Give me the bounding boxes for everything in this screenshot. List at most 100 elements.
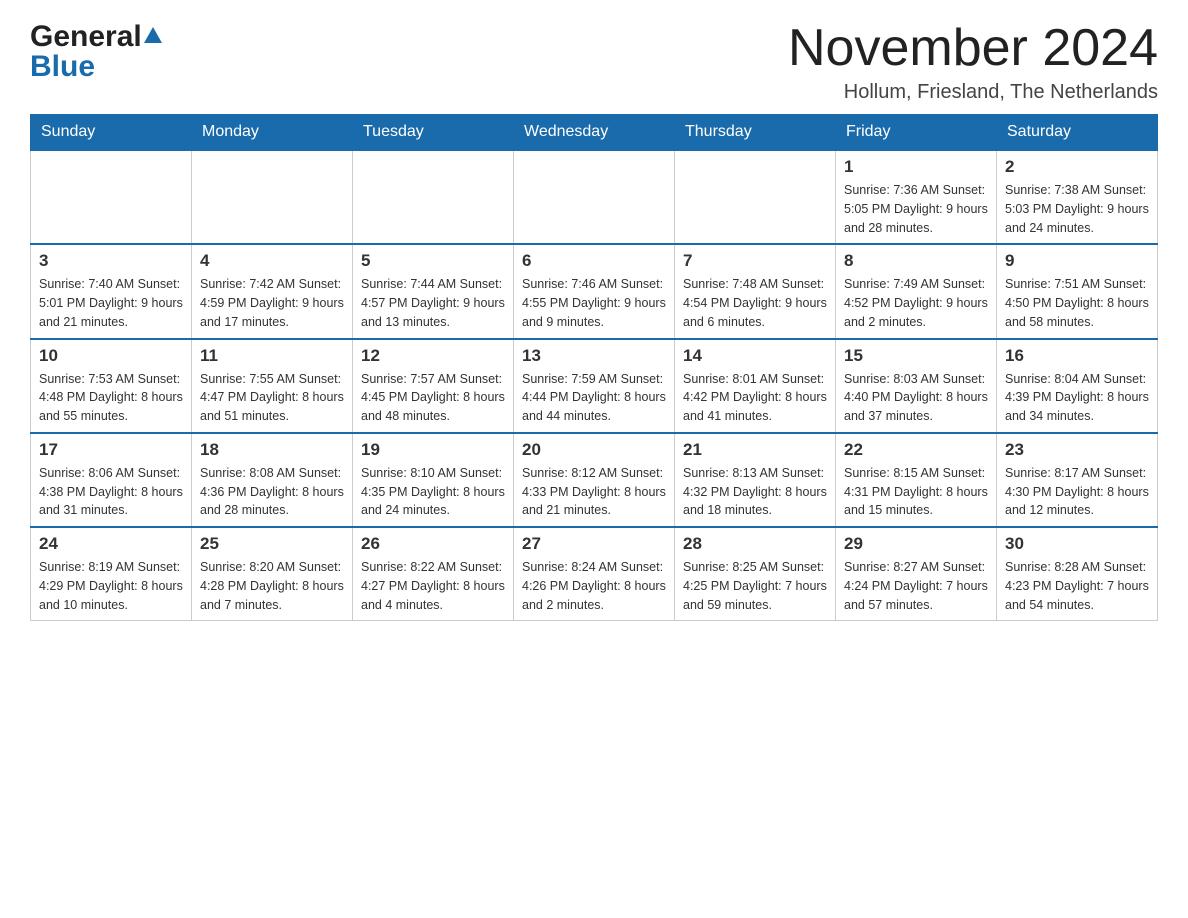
calendar-cell: 12 Sunrise: 7:57 AM Sunset: 4:45 PM Dayli… <box>353 339 514 433</box>
day-info: Sunrise: 8:13 AM Sunset: 4:32 PM Dayligh… <box>683 464 827 520</box>
calendar-cell: 21 Sunrise: 8:13 AM Sunset: 4:32 PM Dayli… <box>675 433 836 527</box>
day-info: Sunrise: 8:12 AM Sunset: 4:33 PM Dayligh… <box>522 464 666 520</box>
day-info: Sunrise: 7:55 AM Sunset: 4:47 PM Dayligh… <box>200 370 344 426</box>
day-info: Sunrise: 7:40 AM Sunset: 5:01 PM Dayligh… <box>39 275 183 331</box>
day-number: 28 <box>683 534 827 554</box>
day-number: 17 <box>39 440 183 460</box>
day-number: 2 <box>1005 157 1149 177</box>
day-number: 27 <box>522 534 666 554</box>
day-info: Sunrise: 7:36 AM Sunset: 5:05 PM Dayligh… <box>844 181 988 237</box>
calendar-body: 1 Sunrise: 7:36 AM Sunset: 5:05 PM Daylig… <box>31 150 1158 621</box>
calendar-cell: 30Sunrise: 8:28 AM Sunset: 4:23 PM Dayli… <box>997 527 1158 621</box>
day-number: 29 <box>844 534 988 554</box>
day-info: Sunrise: 8:25 AM Sunset: 4:25 PM Dayligh… <box>683 558 827 614</box>
calendar-cell: 20 Sunrise: 8:12 AM Sunset: 4:33 PM Dayli… <box>514 433 675 527</box>
calendar-cell: 19 Sunrise: 8:10 AM Sunset: 4:35 PM Dayli… <box>353 433 514 527</box>
calendar-cell: 16 Sunrise: 8:04 AM Sunset: 4:39 PM Dayli… <box>997 339 1158 433</box>
day-number: 9 <box>1005 251 1149 271</box>
calendar-cell <box>514 150 675 244</box>
week-row-5: 24 Sunrise: 8:19 AM Sunset: 4:29 PM Dayli… <box>31 527 1158 621</box>
day-info: Sunrise: 7:48 AM Sunset: 4:54 PM Dayligh… <box>683 275 827 331</box>
day-number: 7 <box>683 251 827 271</box>
day-info: Sunrise: 7:59 AM Sunset: 4:44 PM Dayligh… <box>522 370 666 426</box>
calendar-cell: 15Sunrise: 8:03 AM Sunset: 4:40 PM Dayli… <box>836 339 997 433</box>
day-number: 24 <box>39 534 183 554</box>
calendar-cell: 8Sunrise: 7:49 AM Sunset: 4:52 PM Daylig… <box>836 244 997 338</box>
day-number: 18 <box>200 440 344 460</box>
calendar-cell: 25 Sunrise: 8:20 AM Sunset: 4:28 PM Dayli… <box>192 527 353 621</box>
calendar-header: SundayMondayTuesdayWednesdayThursdayFrid… <box>31 115 1158 151</box>
calendar-cell: 9 Sunrise: 7:51 AM Sunset: 4:50 PM Daylig… <box>997 244 1158 338</box>
day-info: Sunrise: 7:53 AM Sunset: 4:48 PM Dayligh… <box>39 370 183 426</box>
calendar-cell: 28 Sunrise: 8:25 AM Sunset: 4:25 PM Dayli… <box>675 527 836 621</box>
day-info: Sunrise: 8:10 AM Sunset: 4:35 PM Dayligh… <box>361 464 505 520</box>
day-number: 5 <box>361 251 505 271</box>
col-header-wednesday: Wednesday <box>514 115 675 151</box>
calendar-cell: 24 Sunrise: 8:19 AM Sunset: 4:29 PM Dayli… <box>31 527 192 621</box>
col-header-saturday: Saturday <box>997 115 1158 151</box>
calendar-cell: 11 Sunrise: 7:55 AM Sunset: 4:47 PM Dayli… <box>192 339 353 433</box>
day-number: 3 <box>39 251 183 271</box>
day-info: Sunrise: 8:06 AM Sunset: 4:38 PM Dayligh… <box>39 464 183 520</box>
logo-line1: General <box>30 20 162 54</box>
header-row: SundayMondayTuesdayWednesdayThursdayFrid… <box>31 115 1158 151</box>
week-row-3: 10 Sunrise: 7:53 AM Sunset: 4:48 PM Dayli… <box>31 339 1158 433</box>
day-number: 15 <box>844 346 988 366</box>
day-number: 19 <box>361 440 505 460</box>
day-info: Sunrise: 7:42 AM Sunset: 4:59 PM Dayligh… <box>200 275 344 331</box>
calendar-cell: 10 Sunrise: 7:53 AM Sunset: 4:48 PM Dayli… <box>31 339 192 433</box>
day-number: 25 <box>200 534 344 554</box>
day-number: 23 <box>1005 440 1149 460</box>
page-header: General Blue November 2024 Hollum, Fries… <box>30 20 1158 104</box>
day-info: Sunrise: 8:20 AM Sunset: 4:28 PM Dayligh… <box>200 558 344 614</box>
day-info: Sunrise: 8:08 AM Sunset: 4:36 PM Dayligh… <box>200 464 344 520</box>
day-number: 10 <box>39 346 183 366</box>
day-info: Sunrise: 7:49 AM Sunset: 4:52 PM Dayligh… <box>844 275 988 331</box>
calendar-cell: 7 Sunrise: 7:48 AM Sunset: 4:54 PM Daylig… <box>675 244 836 338</box>
day-info: Sunrise: 7:46 AM Sunset: 4:55 PM Dayligh… <box>522 275 666 331</box>
day-number: 1 <box>844 157 988 177</box>
day-number: 30 <box>1005 534 1149 554</box>
day-number: 21 <box>683 440 827 460</box>
calendar-cell: 4Sunrise: 7:42 AM Sunset: 4:59 PM Daylig… <box>192 244 353 338</box>
day-number: 16 <box>1005 346 1149 366</box>
week-row-4: 17 Sunrise: 8:06 AM Sunset: 4:38 PM Dayli… <box>31 433 1158 527</box>
day-info: Sunrise: 8:22 AM Sunset: 4:27 PM Dayligh… <box>361 558 505 614</box>
col-header-monday: Monday <box>192 115 353 151</box>
day-number: 26 <box>361 534 505 554</box>
day-number: 14 <box>683 346 827 366</box>
logo-general-text: General <box>30 20 142 54</box>
day-number: 20 <box>522 440 666 460</box>
calendar-cell: 27 Sunrise: 8:24 AM Sunset: 4:26 PM Dayli… <box>514 527 675 621</box>
day-number: 22 <box>844 440 988 460</box>
day-info: Sunrise: 7:57 AM Sunset: 4:45 PM Dayligh… <box>361 370 505 426</box>
calendar-cell: 26 Sunrise: 8:22 AM Sunset: 4:27 PM Dayli… <box>353 527 514 621</box>
calendar-cell: 18 Sunrise: 8:08 AM Sunset: 4:36 PM Dayli… <box>192 433 353 527</box>
calendar-cell: 23Sunrise: 8:17 AM Sunset: 4:30 PM Dayli… <box>997 433 1158 527</box>
day-info: Sunrise: 8:24 AM Sunset: 4:26 PM Dayligh… <box>522 558 666 614</box>
calendar-table: SundayMondayTuesdayWednesdayThursdayFrid… <box>30 114 1158 621</box>
day-info: Sunrise: 8:27 AM Sunset: 4:24 PM Dayligh… <box>844 558 988 614</box>
week-row-1: 1 Sunrise: 7:36 AM Sunset: 5:05 PM Daylig… <box>31 150 1158 244</box>
month-title: November 2024 <box>788 20 1158 77</box>
day-info: Sunrise: 7:51 AM Sunset: 4:50 PM Dayligh… <box>1005 275 1149 331</box>
calendar-cell <box>192 150 353 244</box>
day-number: 11 <box>200 346 344 366</box>
day-info: Sunrise: 8:01 AM Sunset: 4:42 PM Dayligh… <box>683 370 827 426</box>
day-number: 6 <box>522 251 666 271</box>
calendar-cell <box>353 150 514 244</box>
day-info: Sunrise: 8:19 AM Sunset: 4:29 PM Dayligh… <box>39 558 183 614</box>
calendar-cell <box>675 150 836 244</box>
week-row-2: 3 Sunrise: 7:40 AM Sunset: 5:01 PM Daylig… <box>31 244 1158 338</box>
calendar-cell: 13Sunrise: 7:59 AM Sunset: 4:44 PM Dayli… <box>514 339 675 433</box>
calendar-cell: 29 Sunrise: 8:27 AM Sunset: 4:24 PM Dayli… <box>836 527 997 621</box>
calendar-cell: 6 Sunrise: 7:46 AM Sunset: 4:55 PM Daylig… <box>514 244 675 338</box>
day-number: 12 <box>361 346 505 366</box>
location-title: Hollum, Friesland, The Netherlands <box>788 81 1158 104</box>
calendar-cell: 2Sunrise: 7:38 AM Sunset: 5:03 PM Daylig… <box>997 150 1158 244</box>
calendar-cell: 1 Sunrise: 7:36 AM Sunset: 5:05 PM Daylig… <box>836 150 997 244</box>
title-block: November 2024 Hollum, Friesland, The Net… <box>788 20 1158 104</box>
day-info: Sunrise: 8:04 AM Sunset: 4:39 PM Dayligh… <box>1005 370 1149 426</box>
calendar-cell: 3 Sunrise: 7:40 AM Sunset: 5:01 PM Daylig… <box>31 244 192 338</box>
logo-triangle-icon <box>144 25 162 43</box>
